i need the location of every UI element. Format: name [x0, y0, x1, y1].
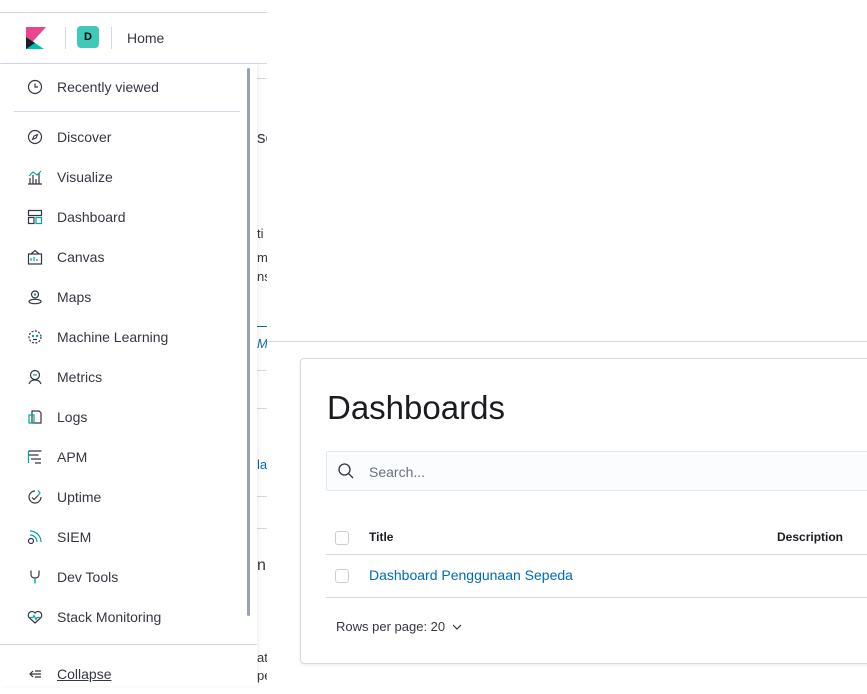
column-header-title[interactable]: Title	[369, 530, 393, 544]
nav-label: Metrics	[57, 369, 103, 385]
background-text: at	[257, 650, 267, 665]
search-input[interactable]	[367, 461, 851, 483]
top-header: D Home	[0, 12, 267, 64]
background-tab: M	[257, 336, 267, 351]
nav-label: Stack Monitoring	[57, 609, 162, 625]
rows-per-page-button[interactable]: Rows per page: 20	[336, 619, 463, 634]
nav-item-discover[interactable]: Discover	[0, 117, 240, 157]
nav-item-dashboard[interactable]: Dashboard	[0, 197, 240, 237]
logs-icon	[27, 409, 43, 425]
nav-label: Logs	[57, 409, 88, 425]
nav-item-apm[interactable]: APM	[0, 437, 240, 477]
nav-label: Discover	[57, 129, 112, 145]
nav-item-uptime[interactable]: Uptime	[0, 477, 240, 517]
background-text: ti	[257, 226, 264, 241]
collapse-arrow-icon	[27, 666, 43, 682]
nav-item-stack-monitoring[interactable]: Stack Monitoring	[0, 597, 240, 637]
nav-item-maps[interactable]: Maps	[0, 277, 240, 317]
space-avatar[interactable]: D	[77, 26, 99, 48]
canvas-icon	[27, 249, 43, 265]
table-divider	[326, 554, 867, 555]
background-text: n	[257, 557, 266, 574]
dashboard-title-link[interactable]: Dashboard Penggunaan Sepeda	[369, 567, 573, 583]
nav-label: Collapse	[57, 666, 112, 682]
nav-label: Maps	[57, 289, 92, 305]
column-header-description: Description	[777, 530, 844, 544]
dashboard-icon	[27, 209, 43, 225]
nav-label: SIEM	[57, 529, 92, 545]
nav-recently-viewed[interactable]: Recently viewed	[0, 67, 240, 107]
divider	[257, 326, 267, 327]
search-icon	[338, 463, 354, 479]
machine-learning-icon	[27, 329, 43, 345]
nav-label: APM	[57, 449, 88, 465]
metrics-icon	[27, 369, 43, 385]
divider	[257, 78, 267, 79]
header-divider	[111, 27, 112, 49]
divider	[257, 496, 267, 497]
background-page: se ti m ns M la n at pe	[257, 64, 267, 686]
nav-scrollbar[interactable]	[247, 68, 250, 616]
divider	[267, 341, 867, 342]
nav-collapse-button[interactable]: Collapse	[0, 654, 240, 694]
divider	[257, 408, 267, 409]
rows-per-page-label: Rows per page: 20	[336, 619, 446, 634]
nav-item-machine-learning[interactable]: Machine Learning	[0, 317, 240, 357]
background-link: la	[257, 457, 267, 472]
clock-icon	[27, 79, 43, 95]
nav-item-visualize[interactable]: Visualize	[0, 157, 240, 197]
background-text: pe	[257, 668, 267, 683]
compass-icon	[27, 129, 43, 145]
uptime-icon	[27, 489, 43, 505]
chevron-down-icon	[452, 624, 462, 630]
visualize-icon	[27, 169, 43, 185]
row-checkbox[interactable]	[335, 569, 349, 583]
nav-divider	[0, 644, 257, 645]
nav-item-siem[interactable]: SIEM	[0, 517, 240, 557]
nav-label: Dashboard	[57, 209, 126, 225]
header-divider	[65, 27, 66, 49]
nav-item-canvas[interactable]: Canvas	[0, 237, 240, 277]
maps-icon	[27, 289, 43, 305]
select-all-checkbox[interactable]	[335, 531, 349, 545]
stack-monitoring-icon	[27, 609, 43, 625]
nav-label: Visualize	[57, 169, 113, 185]
background-text: ns	[257, 269, 267, 284]
dashboards-panel: Dashboards Title Description Dashboard P…	[300, 358, 867, 664]
background-text: se	[257, 128, 267, 147]
divider	[257, 528, 267, 529]
nav-label: Recently viewed	[57, 79, 159, 95]
nav-item-metrics[interactable]: Metrics	[0, 357, 240, 397]
search-field[interactable]	[326, 451, 867, 491]
page-title: Dashboards	[327, 389, 505, 426]
nav-label: Dev Tools	[57, 569, 119, 585]
kibana-logo-icon[interactable]	[26, 27, 46, 49]
nav-item-dev-tools[interactable]: Dev Tools	[0, 557, 240, 597]
dev-tools-icon	[27, 569, 43, 585]
nav-divider	[14, 111, 240, 112]
nav-label: Machine Learning	[57, 329, 169, 345]
nav-item-logs[interactable]: Logs	[0, 397, 240, 437]
apm-icon	[27, 449, 43, 465]
table-divider	[326, 597, 867, 598]
siem-icon	[27, 529, 43, 545]
breadcrumb-home[interactable]: Home	[127, 30, 164, 46]
divider	[257, 370, 267, 371]
side-nav: Recently viewed Discover Visualize Dashb…	[0, 64, 257, 686]
nav-label: Canvas	[57, 249, 105, 265]
nav-label: Uptime	[57, 489, 102, 505]
background-text: m	[257, 250, 267, 265]
